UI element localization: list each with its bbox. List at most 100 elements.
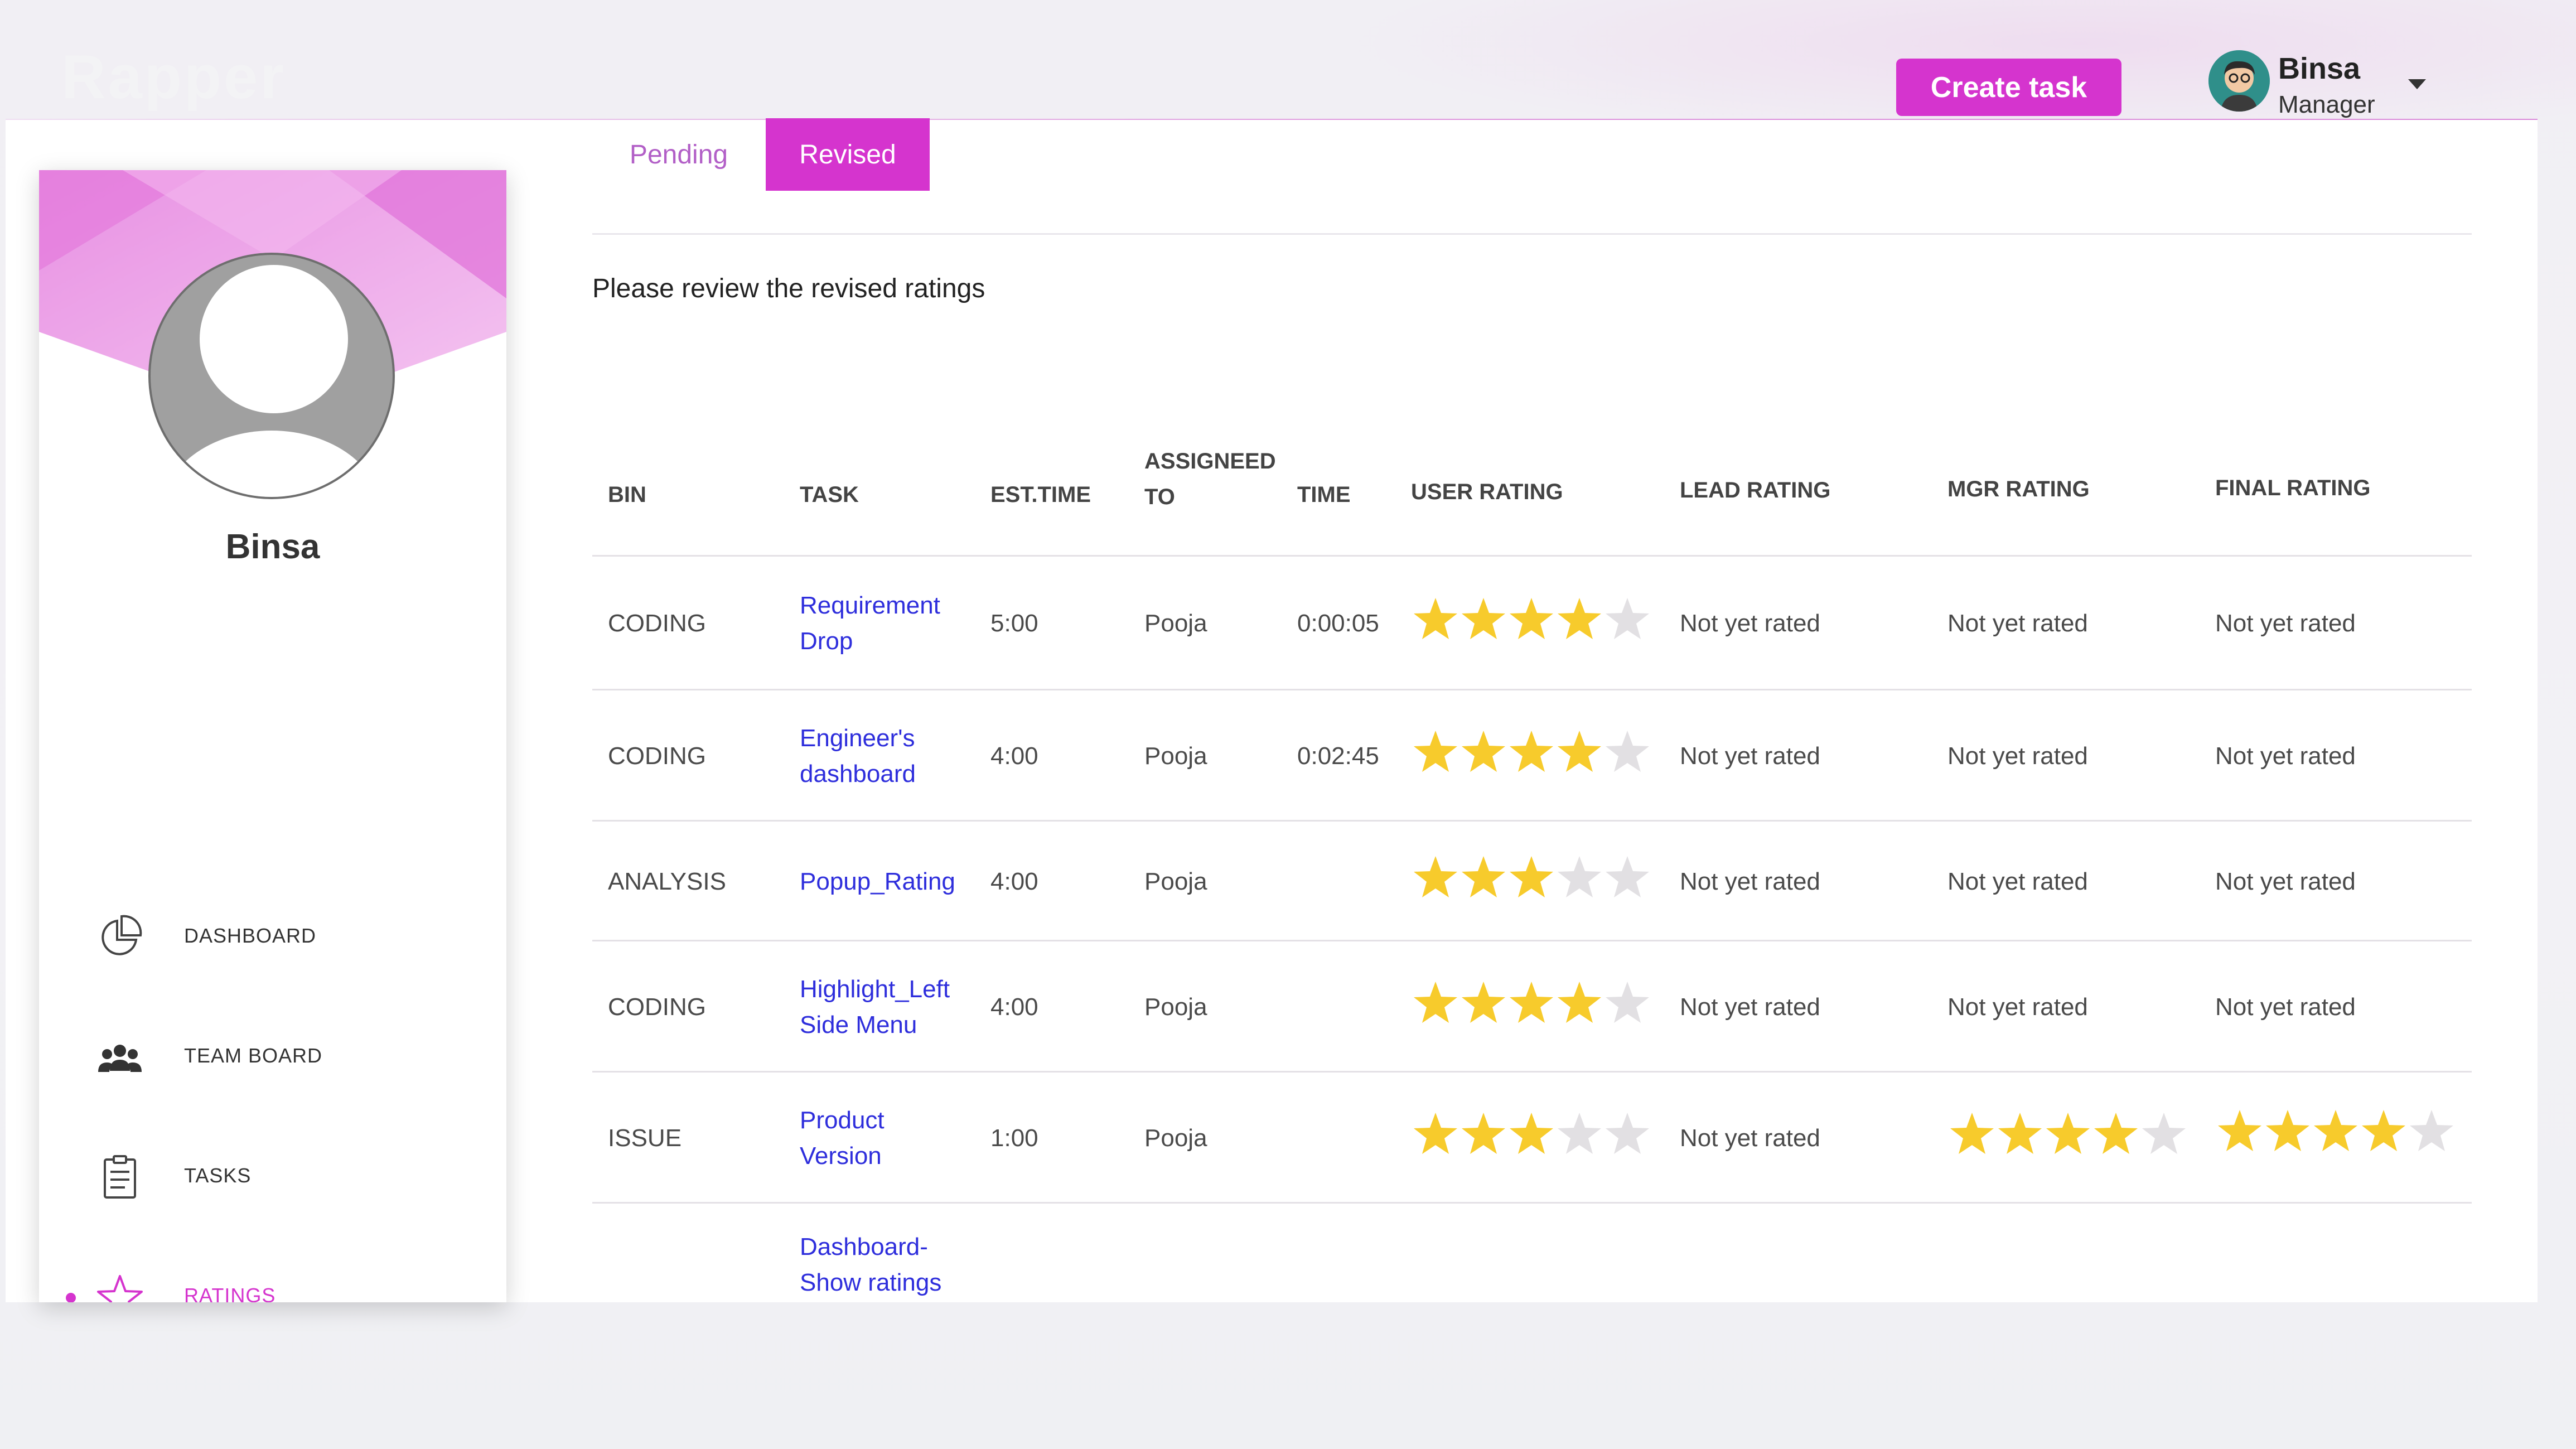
star-filled-icon[interactable] xyxy=(1460,1110,1507,1157)
star-filled-icon[interactable] xyxy=(2312,1108,2359,1155)
star-empty-icon[interactable] xyxy=(1604,1110,1651,1157)
active-indicator xyxy=(66,1293,76,1302)
user-rating-stars[interactable] xyxy=(1412,854,1651,901)
star-filled-icon[interactable] xyxy=(1412,979,1459,1026)
star-empty-icon[interactable] xyxy=(1556,854,1603,901)
star-filled-icon[interactable] xyxy=(2092,1110,2139,1157)
task-link-line-2: dashboard xyxy=(800,760,916,788)
cell-time: 0:00:05 xyxy=(1297,610,1379,637)
task-link[interactable]: Popup_Rating xyxy=(800,864,955,900)
table-row: CODING 4:00 Pooja Not yet rated Not yet rate… xyxy=(592,940,2472,1073)
cell-assigned: Pooja xyxy=(1144,742,1207,770)
star-filled-icon[interactable] xyxy=(1460,728,1507,775)
task-link[interactable]: Highlight_Left Side Menu xyxy=(800,972,950,1043)
cell-bin: CODING xyxy=(608,610,706,637)
cell-est-time: 4:00 xyxy=(990,867,1038,895)
star-filled-icon[interactable] xyxy=(1412,728,1459,775)
user-role: Manager xyxy=(2278,91,2375,118)
star-filled-icon[interactable] xyxy=(2216,1108,2263,1155)
star-filled-icon[interactable] xyxy=(2264,1108,2311,1155)
star-filled-icon[interactable] xyxy=(1556,979,1603,1026)
sidebar-item-tasks[interactable]: TASKS xyxy=(39,1135,506,1219)
create-task-button[interactable]: Create task xyxy=(1896,59,2121,116)
user-rating-stars[interactable] xyxy=(1412,596,1651,643)
star-filled-icon[interactable] xyxy=(2045,1110,2091,1157)
sidebar-item-label: DASHBOARD xyxy=(184,924,317,947)
profile-name: Binsa xyxy=(225,528,320,566)
column-header-est-time: EST.TIME xyxy=(990,482,1091,507)
star-filled-icon[interactable] xyxy=(1412,1110,1459,1157)
star-filled-icon[interactable] xyxy=(1460,979,1507,1026)
task-link-line-1: Product xyxy=(800,1106,885,1134)
star-filled-icon[interactable] xyxy=(1508,596,1555,643)
task-link-line-1: Dashboard- xyxy=(800,1233,928,1260)
cell-bin: ANALYSIS xyxy=(608,867,726,895)
task-link-line-1: Popup_Rating xyxy=(800,867,955,895)
star-filled-icon[interactable] xyxy=(2360,1108,2407,1155)
cell-assigned: Pooja xyxy=(1144,610,1207,637)
cell-final-rating: Not yet rated xyxy=(2215,867,2356,895)
star-empty-icon[interactable] xyxy=(1604,979,1651,1026)
star-icon xyxy=(97,1275,143,1302)
column-header-final-rating: FINAL RATING xyxy=(2215,476,2371,500)
sidebar-item-label: RATINGS xyxy=(184,1284,276,1302)
star-filled-icon[interactable] xyxy=(1412,596,1459,643)
cell-bin: ISSUE xyxy=(608,1124,682,1152)
user-avatar-icon xyxy=(2208,50,2270,112)
final-rating-stars[interactable] xyxy=(2216,1108,2455,1155)
task-link[interactable]: Dashboard- Show ratings xyxy=(800,1229,941,1301)
task-link[interactable]: Product Version xyxy=(800,1103,885,1174)
cell-assigned: Pooja xyxy=(1144,1124,1207,1152)
column-header-bin: BIN xyxy=(608,482,646,507)
star-filled-icon[interactable] xyxy=(1508,854,1555,901)
task-link-line-1: Requirement xyxy=(800,592,940,619)
star-empty-icon[interactable] xyxy=(2408,1108,2455,1155)
tab-revised[interactable]: Revised xyxy=(766,118,930,191)
profile-avatar xyxy=(148,253,395,499)
star-filled-icon[interactable] xyxy=(1460,596,1507,643)
user-rating-stars[interactable] xyxy=(1412,728,1651,775)
mgr-rating-stars[interactable] xyxy=(1949,1110,2187,1157)
tab-divider xyxy=(592,233,2472,235)
task-link[interactable]: Engineer's dashboard xyxy=(800,721,916,792)
sidebar-item-ratings[interactable]: RATINGS xyxy=(39,1255,506,1302)
task-link-line-2: Side Menu xyxy=(800,1011,917,1039)
column-header-mgr-rating: MGR RATING xyxy=(1947,477,2090,501)
task-link-line-2: Drop xyxy=(800,627,853,655)
star-filled-icon[interactable] xyxy=(1997,1110,2043,1157)
table-row: CODING 4:00 Pooja 0:02:45 Not yet rated Not y… xyxy=(592,689,2472,822)
cell-mgr-rating: Not yet rated xyxy=(1947,742,2088,770)
tab-pending[interactable]: Pending xyxy=(603,118,754,191)
star-filled-icon[interactable] xyxy=(1556,728,1603,775)
star-filled-icon[interactable] xyxy=(1949,1110,1995,1157)
user-name: Binsa xyxy=(2278,52,2361,85)
cell-lead-rating: Not yet rated xyxy=(1680,867,1820,895)
star-empty-icon[interactable] xyxy=(1604,596,1651,643)
star-filled-icon[interactable] xyxy=(1508,979,1555,1026)
column-header-lead-rating: LEAD RATING xyxy=(1680,478,1831,503)
star-filled-icon[interactable] xyxy=(1412,854,1459,901)
sidebar-item-dashboard[interactable]: DASHBOARD xyxy=(39,895,506,979)
column-header-time: TIME xyxy=(1297,482,1351,507)
star-filled-icon[interactable] xyxy=(1508,1110,1555,1157)
star-filled-icon[interactable] xyxy=(1460,854,1507,901)
user-avatar[interactable] xyxy=(2208,50,2270,112)
task-link[interactable]: Requirement Drop xyxy=(800,588,940,659)
brand-logo-text: Rapper xyxy=(61,43,286,112)
star-empty-icon[interactable] xyxy=(2140,1110,2187,1157)
cell-final-rating: Not yet rated xyxy=(2215,993,2356,1021)
cell-bin: CODING xyxy=(608,742,706,770)
sidebar-item-label: TASKS xyxy=(184,1164,252,1187)
star-empty-icon[interactable] xyxy=(1604,728,1651,775)
cell-est-time: 5:00 xyxy=(990,610,1038,637)
sidebar-item-team-board[interactable]: TEAM BOARD xyxy=(39,1015,506,1099)
star-filled-icon[interactable] xyxy=(1508,728,1555,775)
chevron-down-icon[interactable] xyxy=(2408,79,2426,89)
user-rating-stars[interactable] xyxy=(1412,1110,1651,1157)
column-header-assigned: ASSIGNEED TO xyxy=(1144,443,1276,515)
star-empty-icon[interactable] xyxy=(1556,1110,1603,1157)
star-empty-icon[interactable] xyxy=(1604,854,1651,901)
star-filled-icon[interactable] xyxy=(1556,596,1603,643)
user-rating-stars[interactable] xyxy=(1412,979,1651,1026)
clipboard-icon xyxy=(104,1155,136,1199)
